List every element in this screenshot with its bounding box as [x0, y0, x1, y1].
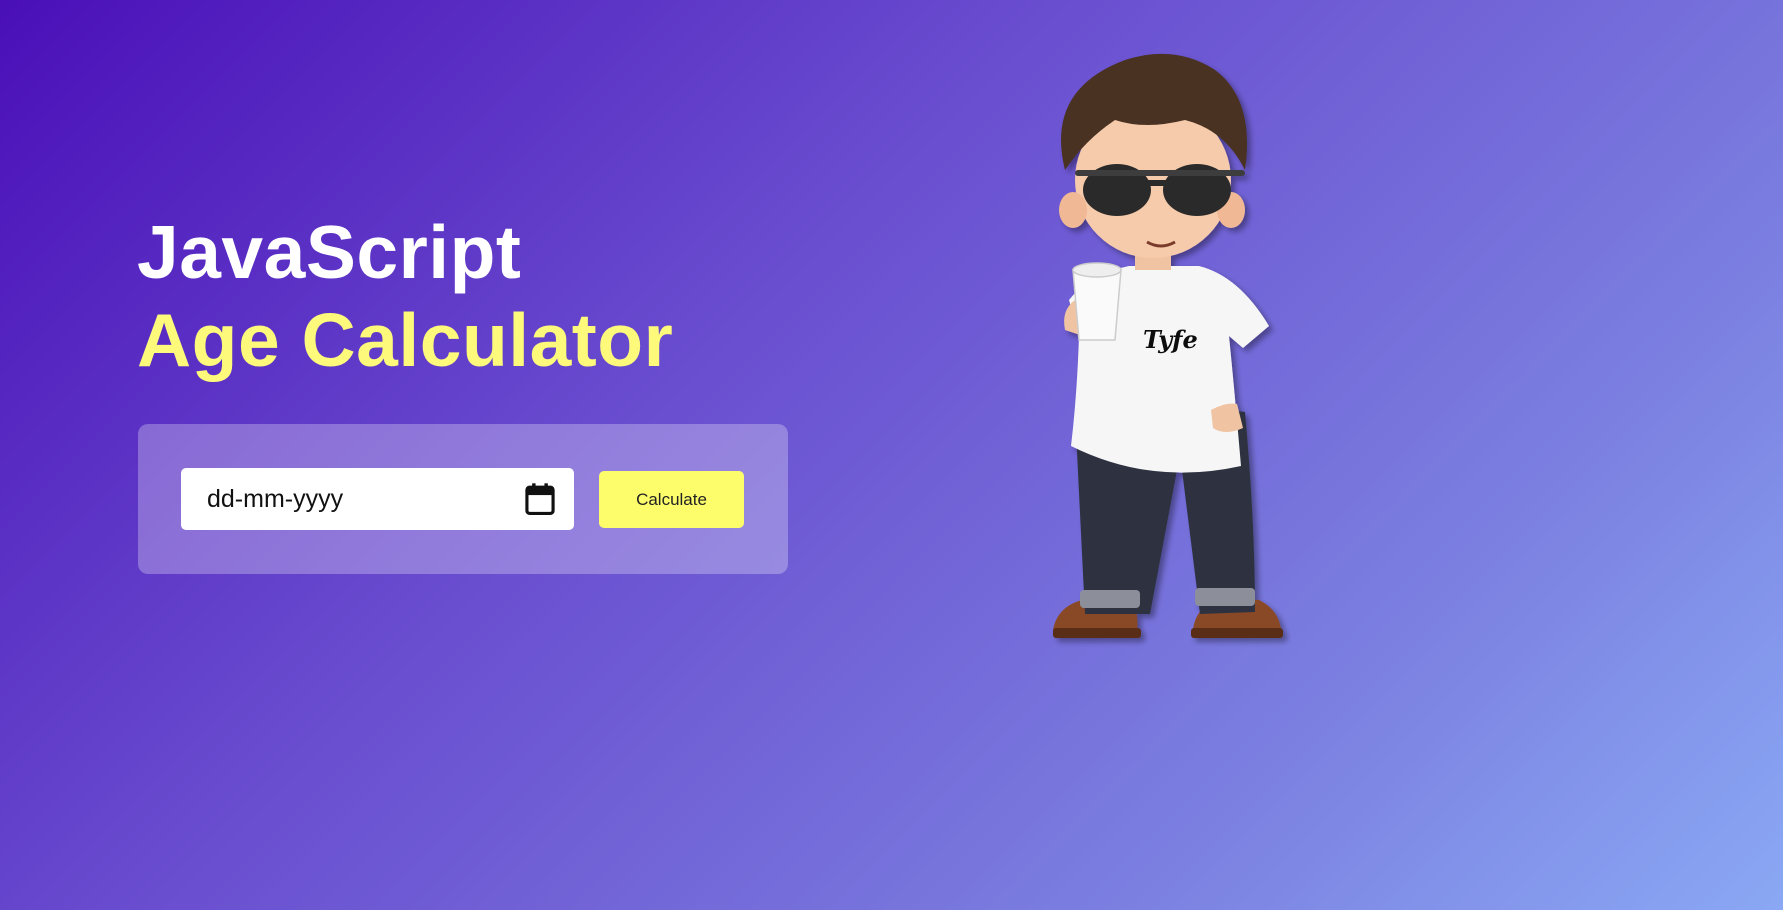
date-placeholder: dd-mm-yyyy [207, 485, 344, 513]
boy-with-coffee-illustration: Tyfe [1053, 53, 1283, 638]
calculate-button[interactable]: Calculate [599, 471, 744, 528]
shirt-text: Tyfe [1143, 325, 1198, 354]
hero-title: JavaScript Age Calculator [137, 208, 673, 384]
title-javascript: JavaScript [137, 210, 522, 294]
calendar-icon[interactable] [524, 482, 556, 516]
title-age-calculator: Age Calculator [137, 298, 674, 382]
calculator-card: dd-mm-yyyy Calculate [138, 424, 788, 574]
birthdate-input[interactable]: dd-mm-yyyy [181, 468, 574, 530]
